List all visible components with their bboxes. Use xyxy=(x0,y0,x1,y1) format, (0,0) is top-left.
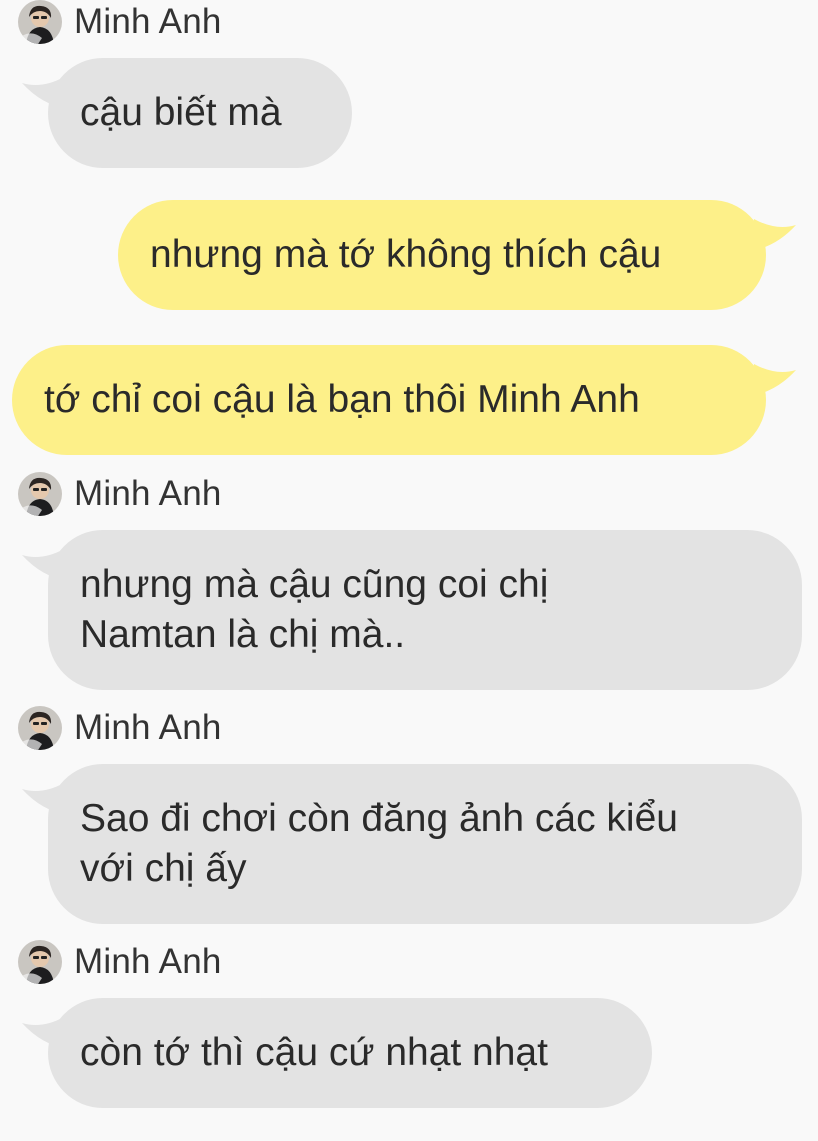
avatar[interactable] xyxy=(18,472,62,516)
sender-name: Minh Anh xyxy=(74,942,222,981)
message-text: nhưng mà cậu cũng coi chị Namtan là chị … xyxy=(80,563,549,656)
user-avatar-photo-icon xyxy=(18,706,62,750)
message-text: cậu biết mà xyxy=(80,91,282,134)
user-avatar-photo-icon xyxy=(18,472,62,516)
message-text: còn tớ thì cậu cứ nhạt nhạt xyxy=(80,1031,548,1074)
message-bubble-incoming[interactable]: cậu biết mà xyxy=(48,58,352,168)
avatar[interactable] xyxy=(18,0,62,44)
message-bubble-incoming[interactable]: còn tớ thì cậu cứ nhạt nhạt xyxy=(48,998,652,1108)
avatar[interactable] xyxy=(18,940,62,984)
message-text: Sao đi chơi còn đăng ảnh các kiểu với ch… xyxy=(80,797,678,890)
message-bubble-incoming[interactable]: nhưng mà cậu cũng coi chị Namtan là chị … xyxy=(48,530,802,690)
sender-header: Minh Anh xyxy=(18,706,222,750)
message-bubble-outgoing[interactable]: nhưng mà tớ không thích cậu xyxy=(118,200,766,310)
user-avatar-photo-icon xyxy=(18,940,62,984)
sender-name: Minh Anh xyxy=(74,2,222,41)
sender-name: Minh Anh xyxy=(74,708,222,747)
message-bubble-incoming[interactable]: Sao đi chơi còn đăng ảnh các kiểu với ch… xyxy=(48,764,802,924)
user-avatar-photo-icon xyxy=(18,0,62,44)
message-text: nhưng mà tớ không thích cậu xyxy=(150,233,662,276)
chat-thread: Minh Anh cậu biết mà nhưng mà tớ không t… xyxy=(0,0,818,1141)
avatar[interactable] xyxy=(18,706,62,750)
sender-header: Minh Anh xyxy=(18,0,222,44)
sender-header: Minh Anh xyxy=(18,940,222,984)
message-bubble-outgoing[interactable]: tớ chỉ coi cậu là bạn thôi Minh Anh xyxy=(12,345,766,455)
message-text: tớ chỉ coi cậu là bạn thôi Minh Anh xyxy=(44,378,640,421)
sender-header: Minh Anh xyxy=(18,472,222,516)
sender-name: Minh Anh xyxy=(74,474,222,513)
